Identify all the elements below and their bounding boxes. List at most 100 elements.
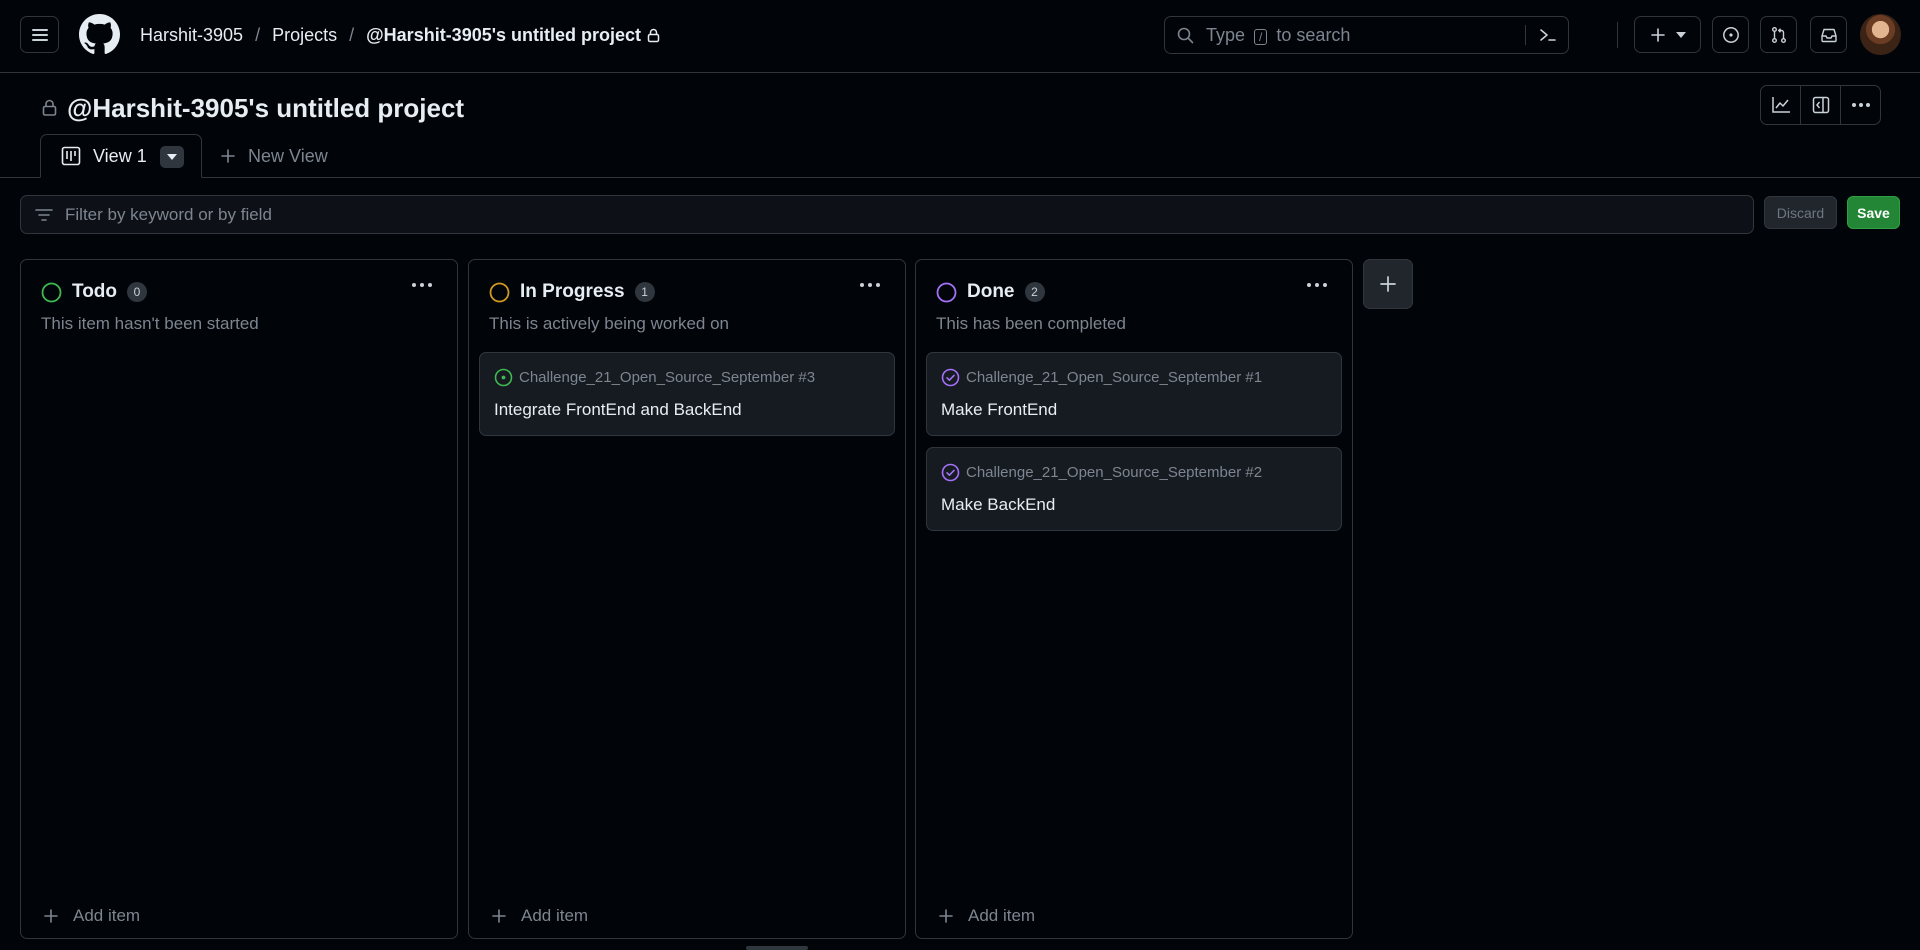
user-avatar[interactable] xyxy=(1860,14,1901,55)
status-circle-icon xyxy=(41,282,62,302)
column-title: Done xyxy=(967,281,1015,302)
search-input[interactable]: Type / to search xyxy=(1164,16,1569,54)
column-header: Todo 0 xyxy=(41,280,148,304)
kebab-horizontal-icon[interactable] xyxy=(1306,282,1328,288)
column-count-badge: 1 xyxy=(634,282,655,302)
column-count-badge: 0 xyxy=(127,282,148,302)
item-card[interactable]: Challenge_21_Open_Source_September #1 Ma… xyxy=(926,352,1342,436)
inbox-button[interactable] xyxy=(1810,16,1847,53)
project-title-text[interactable]: @Harshit-3905's untitled project xyxy=(67,93,464,124)
add-item-button[interactable]: Add item xyxy=(938,906,1035,926)
plus-icon xyxy=(1650,27,1665,42)
search-shortcut-key: / xyxy=(1254,28,1268,45)
global-header: Harshit-3905 / Projects / @Harshit-3905'… xyxy=(0,0,1920,73)
kebab-horizontal-icon xyxy=(1851,103,1870,107)
item-reference-text[interactable]: Challenge_21_Open_Source_September #2 xyxy=(966,464,1262,481)
add-item-button[interactable]: Add item xyxy=(491,906,588,926)
item-reference-text[interactable]: Challenge_21_Open_Source_September #3 xyxy=(519,369,815,386)
column-description: This is actively being worked on xyxy=(489,314,730,333)
issue-opened-icon xyxy=(1722,26,1739,43)
add-item-label: Add item xyxy=(73,906,141,925)
filter-placeholder: Filter by keyword or by field xyxy=(65,204,272,224)
item-card[interactable]: Challenge_21_Open_Source_September #3 In… xyxy=(479,352,895,436)
chevron-down-icon xyxy=(167,154,177,160)
inbox-icon xyxy=(1820,28,1837,42)
tab-view-1-label: View 1 xyxy=(93,145,147,166)
search-divider xyxy=(1525,25,1526,45)
column-count-badge: 2 xyxy=(1024,282,1045,302)
breadcrumb-separator: / xyxy=(255,24,261,45)
project-more-button[interactable] xyxy=(1841,86,1880,124)
pull-request-icon xyxy=(1771,26,1786,43)
issue-opened-icon xyxy=(494,368,513,387)
breadcrumb-project-link[interactable]: @Harshit-3905's untitled project xyxy=(366,25,641,46)
issues-button[interactable] xyxy=(1712,16,1749,53)
breadcrumb-projects-link[interactable]: Projects xyxy=(272,25,337,46)
menu-button[interactable] xyxy=(20,16,59,53)
search-to-search-text: to search xyxy=(1276,24,1351,45)
board-column-in-progress: In Progress 1 This is actively being wor… xyxy=(468,259,906,939)
lock-icon xyxy=(647,28,660,42)
graph-icon xyxy=(1771,97,1790,113)
github-mark-icon[interactable] xyxy=(79,14,120,55)
plus-icon xyxy=(939,909,953,923)
new-view-button[interactable]: New View xyxy=(220,134,328,178)
column-description: This has been completed xyxy=(936,314,1126,333)
save-button[interactable]: Save xyxy=(1847,196,1900,229)
new-view-label: New View xyxy=(248,145,328,166)
search-type-text: Type xyxy=(1206,24,1246,45)
header-divider xyxy=(1617,22,1618,48)
search-placeholder: Type / to search xyxy=(1206,25,1350,46)
project-actions xyxy=(1760,85,1881,125)
filter-icon xyxy=(35,208,53,221)
project-board-icon xyxy=(61,146,81,166)
side-panel-button[interactable] xyxy=(1801,86,1841,124)
project-title: @Harshit-3905's untitled project xyxy=(42,88,464,128)
plus-icon xyxy=(44,909,58,923)
item-reference-text[interactable]: Challenge_21_Open_Source_September #1 xyxy=(966,369,1262,386)
issue-closed-icon xyxy=(941,368,960,387)
item-title[interactable]: Make BackEnd xyxy=(941,495,1055,515)
create-new-button[interactable] xyxy=(1634,16,1701,53)
chevron-down-icon xyxy=(1675,31,1686,38)
kebab-horizontal-icon[interactable] xyxy=(411,282,433,288)
plus-icon xyxy=(492,909,506,923)
discard-button[interactable]: Discard xyxy=(1764,196,1837,229)
lock-icon xyxy=(42,99,57,116)
item-title[interactable]: Make FrontEnd xyxy=(941,400,1057,420)
plus-icon xyxy=(221,149,235,163)
breadcrumb: Harshit-3905 / Projects / @Harshit-3905'… xyxy=(140,0,660,70)
hamburger-icon xyxy=(31,28,48,41)
column-header: In Progress 1 xyxy=(489,280,655,304)
board-column-done: Done 2 This has been completed Challenge… xyxy=(915,259,1353,939)
add-item-button[interactable]: Add item xyxy=(43,906,140,926)
item-title[interactable]: Integrate FrontEnd and BackEnd xyxy=(494,400,742,420)
pull-requests-button[interactable] xyxy=(1760,16,1797,53)
view-options-button[interactable] xyxy=(160,146,184,168)
issue-closed-icon xyxy=(941,463,960,482)
add-column-button[interactable] xyxy=(1363,259,1413,309)
command-palette-icon[interactable] xyxy=(1538,25,1558,45)
item-reference: Challenge_21_Open_Source_September #3 xyxy=(494,368,815,387)
board-column-todo: Todo 0 This item hasn't been started Add… xyxy=(20,259,458,939)
item-reference: Challenge_21_Open_Source_September #2 xyxy=(941,463,1262,482)
column-title: In Progress xyxy=(520,281,625,302)
column-title: Todo xyxy=(72,281,118,302)
plus-icon xyxy=(1380,276,1396,292)
horizontal-scrollbar[interactable] xyxy=(746,946,808,950)
insights-button[interactable] xyxy=(1761,86,1801,124)
item-reference: Challenge_21_Open_Source_September #1 xyxy=(941,368,1262,387)
item-card[interactable]: Challenge_21_Open_Source_September #2 Ma… xyxy=(926,447,1342,531)
add-item-label: Add item xyxy=(968,906,1036,925)
kebab-horizontal-icon[interactable] xyxy=(859,282,881,288)
tab-view-1[interactable]: View 1 xyxy=(40,134,202,178)
column-description: This item hasn't been started xyxy=(41,314,259,333)
column-header: Done 2 xyxy=(936,280,1045,304)
breadcrumb-owner-link[interactable]: Harshit-3905 xyxy=(140,25,243,46)
search-icon xyxy=(1177,27,1194,43)
breadcrumb-separator: / xyxy=(349,24,355,45)
sidebar-expand-icon xyxy=(1812,96,1829,114)
filter-input[interactable]: Filter by keyword or by field xyxy=(20,195,1754,234)
status-circle-icon xyxy=(489,282,510,302)
status-circle-icon xyxy=(936,282,957,302)
